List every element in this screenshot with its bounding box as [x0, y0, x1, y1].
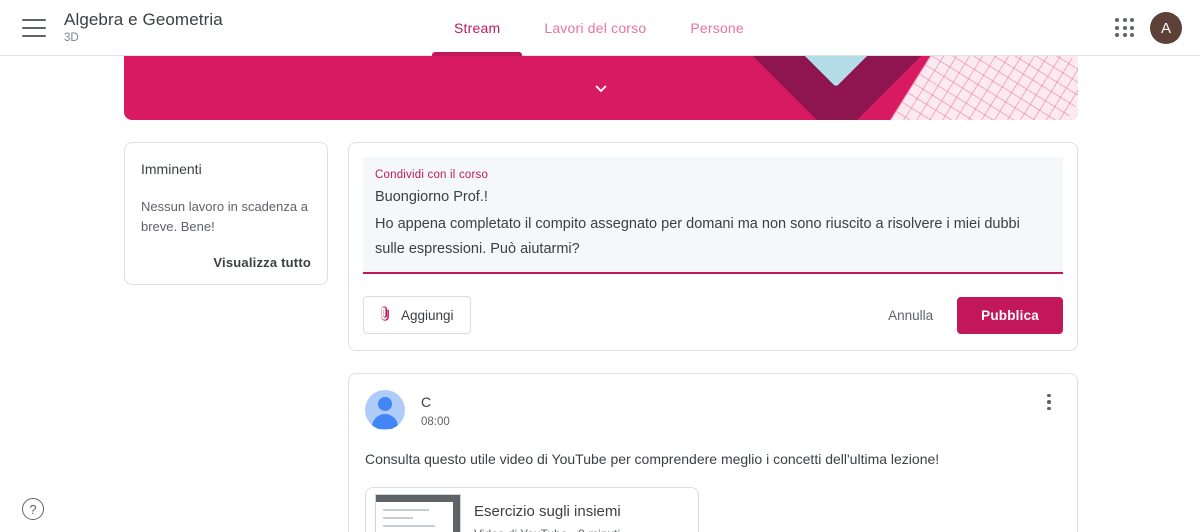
- compose-actions: Aggiungi Annulla Pubblica: [363, 296, 1063, 334]
- post-header: C 08:00: [365, 390, 1061, 431]
- attachment-card[interactable]: Esercizio sugli insiemi Video di YouTube…: [365, 487, 699, 532]
- left-column: Imminenti Nessun lavoro in scadenza a br…: [124, 142, 328, 285]
- tab-stream[interactable]: Stream: [432, 0, 523, 56]
- avatar-torso-shape: [372, 414, 398, 429]
- apps-grid-icon[interactable]: [1114, 17, 1136, 39]
- course-section-label: 3D: [64, 31, 79, 44]
- post-meta: C 08:00: [421, 390, 450, 431]
- compose-input[interactable]: Condividi con il corso Buongiorno Prof.!…: [363, 157, 1063, 274]
- course-banner: [124, 56, 1078, 120]
- post-author: C: [421, 394, 432, 410]
- post-body-text: Consulta questo utile video di YouTube p…: [365, 451, 940, 467]
- post-card: C 08:00 Consulta questo utile video di Y…: [348, 373, 1078, 532]
- attachment-subtitle: Video di YouTube - 9 minuti: [474, 525, 621, 532]
- right-column: Condividi con il corso Buongiorno Prof.!…: [348, 142, 1078, 532]
- compose-card: Condividi con il corso Buongiorno Prof.!…: [348, 142, 1078, 351]
- tab-lavori-del-corso[interactable]: Lavori del corso: [522, 0, 668, 56]
- post-timestamp: 08:00: [421, 416, 450, 428]
- help-question-icon[interactable]: ?: [22, 498, 44, 520]
- add-attachment-label: Aggiungi: [401, 307, 454, 323]
- thumbnail-document-shape: [375, 494, 461, 532]
- compose-text-line-1: Buongiorno Prof.!: [375, 189, 488, 205]
- attachment-info: Esercizio sugli insiemi Video di YouTube…: [462, 488, 633, 532]
- view-all-button[interactable]: Visualizza tutto: [141, 255, 311, 270]
- avatar-head-shape: [378, 397, 392, 411]
- add-attachment-button[interactable]: Aggiungi: [363, 296, 471, 334]
- publish-button[interactable]: Pubblica: [957, 296, 1063, 334]
- cancel-button[interactable]: Annulla: [874, 299, 947, 332]
- upcoming-empty-text: Nessun lavoro in scadenza a breve. Bene!: [141, 199, 308, 234]
- compose-text-line-2: Ho appena completato il compito assegnat…: [375, 216, 1020, 257]
- top-bar-actions: A: [1114, 0, 1182, 56]
- thumbnail-line: [383, 525, 435, 527]
- nav-tabs: Stream Lavori del corso Persone: [432, 0, 766, 56]
- stream-scroll-area: Imminenti Nessun lavoro in scadenza a br…: [0, 56, 1200, 532]
- attachment-title: Esercizio sugli insiemi: [474, 503, 621, 520]
- upcoming-title: Imminenti: [141, 161, 202, 177]
- top-app-bar: Algebra e Geometria 3D Stream Lavori del…: [0, 0, 1200, 56]
- more-vertical-icon[interactable]: [1037, 390, 1061, 414]
- tab-persone[interactable]: Persone: [668, 0, 766, 56]
- document-thumbnail-icon: [366, 488, 462, 532]
- course-title-block: Algebra e Geometria 3D: [64, 10, 223, 46]
- page-title[interactable]: Algebra e Geometria: [64, 10, 223, 30]
- compose-label: Condividi con il corso: [375, 169, 489, 181]
- chevron-down-icon[interactable]: [584, 71, 618, 105]
- hamburger-menu-icon[interactable]: [22, 18, 46, 37]
- person-avatar-icon: [365, 390, 405, 430]
- thumbnail-line: [383, 517, 413, 519]
- google-classroom-stream-page: Algebra e Geometria 3D Stream Lavori del…: [0, 0, 1200, 532]
- thumbnail-line: [383, 509, 429, 511]
- paperclip-icon: [377, 306, 392, 324]
- thumbnail-side-bar: [453, 495, 460, 532]
- thumbnail-top-bar: [376, 495, 460, 502]
- avatar[interactable]: A: [1150, 12, 1182, 44]
- upcoming-card: Imminenti Nessun lavoro in scadenza a br…: [124, 142, 328, 285]
- banner-grid-paper-icon: [889, 56, 1078, 120]
